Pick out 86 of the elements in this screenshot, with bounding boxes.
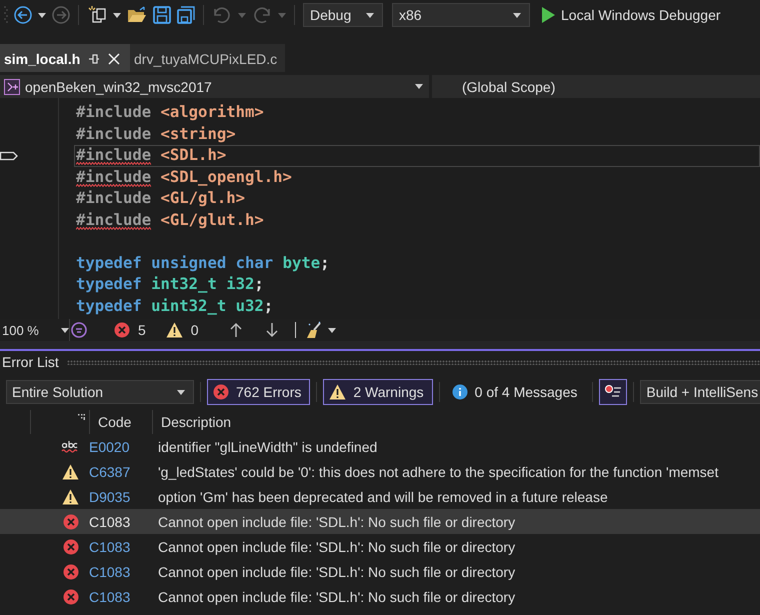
column-header[interactable]: Description (153, 410, 760, 434)
error-icon (63, 588, 79, 604)
up-arrow-icon[interactable] (228, 322, 243, 338)
forward-icon[interactable] (52, 6, 70, 24)
sort-icon (78, 414, 85, 420)
code-line: typedef unsigned char byte; (75, 252, 331, 274)
column-header[interactable]: Code (90, 410, 153, 434)
caret-icon (513, 12, 521, 18)
warning-icon (166, 322, 183, 338)
error-description: Cannot open include file: 'SDL.h': No such file or directory (158, 514, 516, 530)
warning-icon (62, 464, 79, 480)
zoom-dropdown[interactable]: 100 % (0, 319, 70, 341)
caret-icon (278, 12, 286, 18)
warning-filter-button[interactable]: 2 Warnings (323, 379, 433, 405)
error-code: C1083 (89, 588, 132, 604)
platform-dropdown[interactable]: x86 (392, 3, 530, 27)
run-debugger-button[interactable]: Local Windows Debugger (536, 7, 721, 23)
error-icon (213, 384, 229, 400)
caret-icon (328, 328, 336, 332)
error-code: E0020 (89, 438, 130, 454)
play-icon (542, 7, 555, 23)
down-arrow-icon[interactable] (264, 322, 279, 338)
configuration-dropdown[interactable]: Debug (303, 3, 383, 27)
error-icon (63, 514, 79, 530)
error-list-row[interactable]: C1083 Cannot open include file: 'SDL.h': No such file or directory (0, 509, 760, 534)
warning-count[interactable]: 0 (190, 322, 199, 338)
error-code: C6387 (89, 464, 132, 480)
source-dropdown[interactable]: Build + IntelliSens (640, 380, 760, 404)
redo-icon[interactable] (252, 6, 272, 24)
error-code: C1083 (89, 564, 132, 580)
save-all-icon[interactable] (177, 6, 195, 24)
error-list-row[interactable]: E0020 identifier "glLineWidth" is undefined (0, 434, 760, 459)
caret-icon (366, 12, 374, 18)
error-description: identifier "glLineWidth" is undefined (158, 438, 378, 454)
code-line: #include <string> (75, 124, 237, 144)
code-line: #include <GL/gl.h> (75, 188, 246, 209)
document-tab[interactable]: sim_local.h (0, 44, 130, 72)
error-code: D9035 (89, 488, 132, 504)
error-icon (63, 564, 79, 580)
code-line: #include <GL/glut.h> (75, 210, 265, 231)
open-folder-icon[interactable] (127, 6, 147, 24)
error-description: Cannot open include file: 'SDL.h': No such file or directory (158, 538, 516, 554)
spelling-icon (61, 440, 79, 454)
document-tab[interactable]: drv_tuyaMCUPixLED.c (130, 44, 286, 72)
error-count[interactable]: 5 (138, 322, 146, 338)
caret-icon (38, 12, 46, 18)
caret-icon (238, 12, 246, 18)
warning-icon (62, 488, 79, 504)
save-icon[interactable] (153, 6, 171, 24)
code-line: #include <algorithm> (75, 102, 265, 123)
error-list-row[interactable]: D9035 option 'Gm' has been deprecated and will be removed in a future release (0, 484, 760, 509)
caret-icon (113, 12, 121, 18)
error-list-row[interactable]: C1083 Cannot open include file: 'SDL.h': No such file or directory (0, 534, 760, 559)
code-line: #include <SDL_opengl.h> (75, 166, 293, 188)
error-icon (114, 322, 130, 338)
error-description: option 'Gm' has been deprecated and will be removed in a future release (158, 488, 608, 504)
warning-icon (329, 384, 346, 400)
undo-icon[interactable] (212, 6, 232, 24)
info-filter-button[interactable]: 0 of 4 Messages (446, 379, 586, 405)
error-list-row[interactable]: C1083 Cannot open include file: 'SDL.h': No such file or directory (0, 584, 760, 609)
info-icon (452, 384, 468, 400)
scope-dropdown[interactable]: (Global Scope) (432, 75, 556, 98)
new-project-icon[interactable] (87, 5, 107, 25)
caret-icon (177, 390, 185, 394)
error-code: C1083 (89, 538, 132, 554)
error-icon (63, 538, 79, 554)
code-line: typedef int32_t i32; (75, 274, 265, 295)
error-list-row[interactable]: C1083 Cannot open include file: 'SDL.h': No such file or directory (0, 559, 760, 584)
back-icon[interactable] (14, 6, 32, 24)
caret-icon (61, 328, 69, 332)
error-description: 'g_ledStates' could be '0': this does not adhere to the specification for the function 'memset (158, 464, 718, 480)
error-description: Cannot open include file: 'SDL.h': No such file or directory (158, 588, 516, 604)
scope-dropdown[interactable]: Entire Solution (6, 380, 194, 404)
project-icon (4, 78, 20, 94)
code-line: typedef uint32_t u32; (75, 296, 274, 317)
error-list-row[interactable]: C6387 'g_ledStates' could be '0': this does not adhere to the specification for the function 'memset (0, 459, 760, 484)
error-description: Cannot open include file: 'SDL.h': No such file or directory (158, 564, 516, 580)
caret-icon (415, 84, 423, 89)
error-code: C1083 (89, 514, 132, 530)
close-icon[interactable] (108, 53, 120, 65)
copilot-icon[interactable] (70, 321, 88, 339)
error-filter-button[interactable]: 762 Errors (207, 379, 310, 405)
panel-title: Error List (2, 354, 59, 370)
pin-icon[interactable] (88, 53, 100, 65)
filter-toggle-button[interactable] (599, 379, 628, 405)
grip-icon (4, 5, 8, 25)
